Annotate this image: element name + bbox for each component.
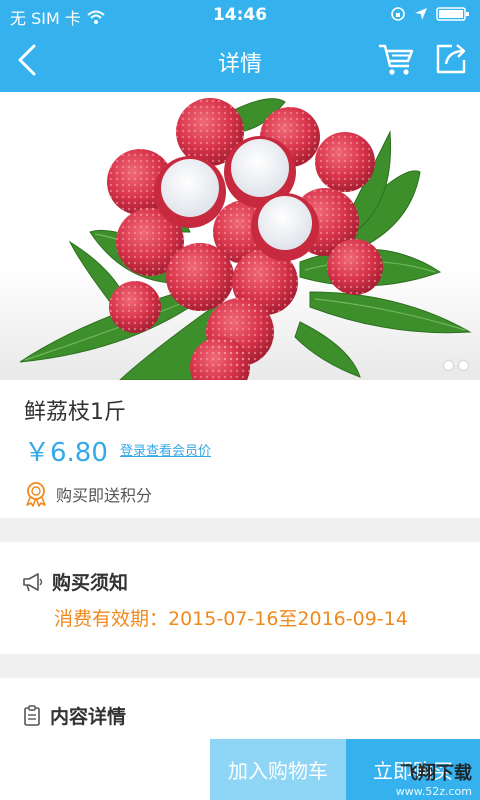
location-icon xyxy=(415,8,427,20)
product-name: 鲜荔枝1斤 xyxy=(24,400,126,425)
megaphone-icon xyxy=(23,572,43,591)
points-text: 购买即送积分 xyxy=(56,486,153,505)
carousel-indicator xyxy=(444,361,468,370)
bottom-action-bar: 加入购物车 立即购买 飞翔下载 www.52z.com xyxy=(0,739,480,800)
cart-icon[interactable] xyxy=(376,40,416,78)
purchase-notice-title: 购买须知 xyxy=(52,572,129,594)
watermark-url: www.52z.com xyxy=(395,784,472,798)
content-details-section: 内容详情 xyxy=(0,678,480,748)
lychee-image xyxy=(19,98,472,380)
points-row: 购买即送积分 xyxy=(24,481,152,507)
carousel-dot xyxy=(444,361,453,370)
product-info-card: 鲜荔枝1斤 ￥6.80 登录查看会员价 购买即送积分 xyxy=(0,380,480,518)
purchase-notice-heading: 购买须知 xyxy=(22,568,128,595)
rotation-lock-icon xyxy=(391,7,405,21)
status-bar: 无 SIM 卡 14:46 xyxy=(0,0,480,30)
product-price: ￥6.80 xyxy=(24,438,108,468)
nav-bar: 详情 xyxy=(0,30,480,92)
member-price-link[interactable]: 登录查看会员价 xyxy=(120,440,211,459)
purchase-notice-section: 购买须知 消费有效期：2015-07-16至2016-09-14 xyxy=(0,542,480,654)
add-to-cart-button[interactable]: 加入购物车 xyxy=(210,739,346,800)
document-icon xyxy=(24,704,40,726)
battery-icon xyxy=(436,7,469,21)
share-icon[interactable] xyxy=(432,40,470,78)
product-image-carousel[interactable] xyxy=(0,92,480,380)
content-details-title: 内容详情 xyxy=(50,706,127,728)
status-icons xyxy=(390,6,470,22)
watermark-brand: 飞翔下载 xyxy=(400,763,472,785)
watermark: 飞翔下载 www.52z.com xyxy=(396,763,472,798)
carousel-dot xyxy=(459,361,468,370)
content-details-heading: 内容详情 xyxy=(22,702,126,729)
validity-period: 消费有效期：2015-07-16至2016-09-14 xyxy=(54,608,408,630)
award-icon xyxy=(26,482,46,507)
